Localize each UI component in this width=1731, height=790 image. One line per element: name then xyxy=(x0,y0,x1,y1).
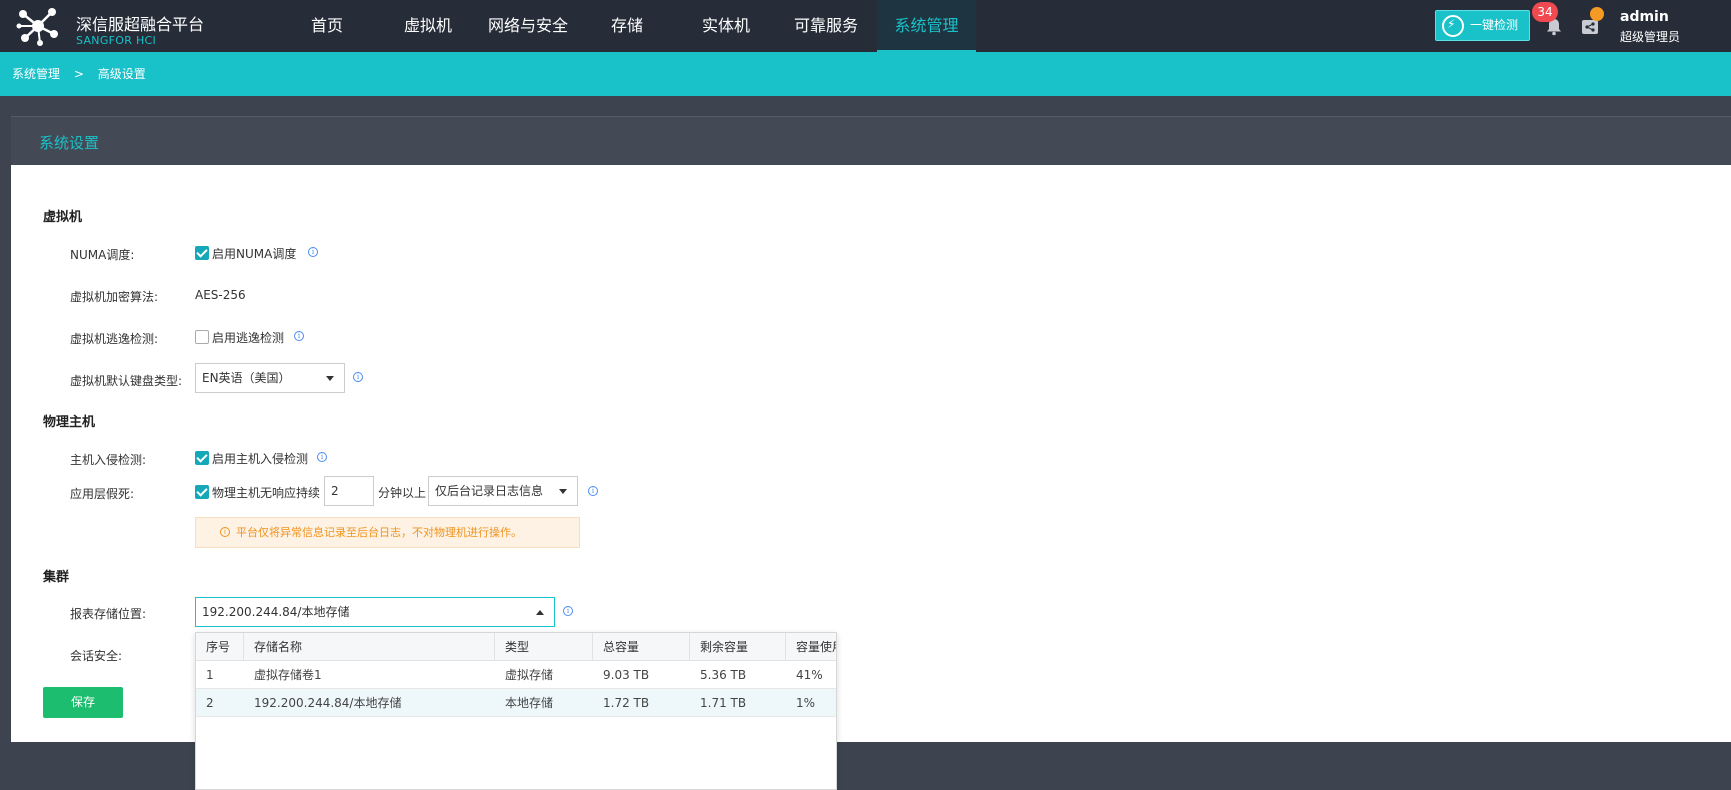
sangfor-logo-icon xyxy=(16,8,58,46)
table-cell: 9.03 TB xyxy=(603,668,650,682)
keyboard-info-icon[interactable]: i xyxy=(353,372,363,382)
table-cell: 192.200.244.84/本地存储 xyxy=(254,696,402,710)
hang-minutes-input[interactable]: 2 xyxy=(324,476,374,506)
table-cell: 1% xyxy=(796,696,816,710)
hang-action-value: 仅后台记录日志信息 xyxy=(435,484,544,498)
column-header: 容量使用率 xyxy=(796,640,836,654)
column-header: 剩余容量 xyxy=(690,633,786,661)
hang-label: 应用层假死: xyxy=(70,487,135,501)
top-nav-bar: 深信服超融合平台 SANGFOR HCI 首页 虚拟机 网络与安全 存储 实体机… xyxy=(0,0,1731,52)
column-header: 类型 xyxy=(495,633,593,661)
nav-physical-machine[interactable]: 实体机 xyxy=(690,0,762,52)
report-storage-label: 报表存储位置: xyxy=(70,607,147,621)
breadcrumb: 系统管理 > 高级设置 xyxy=(0,52,1731,96)
brand-name: 深信服超融合平台 xyxy=(76,15,205,34)
panel-header: 系统设置 xyxy=(11,116,1731,165)
lightning-icon xyxy=(1442,10,1464,39)
warning-alert: i 平台仅将异常信息记录至后台日志，不对物理机进行操作。 xyxy=(195,517,580,548)
nav-vm[interactable]: 虚拟机 xyxy=(392,0,464,52)
escape-label: 虚拟机逃逸检测: xyxy=(70,332,159,346)
hang-info-icon[interactable]: i xyxy=(588,486,598,496)
table-cell: 虚拟存储卷1 xyxy=(254,668,322,682)
intrusion-checkbox-label[interactable]: 启用主机入侵检测 xyxy=(212,450,308,467)
table-cell: 5.36 TB xyxy=(700,668,747,682)
numa-checkbox-label[interactable]: 启用NUMA调度 xyxy=(212,245,296,262)
hang-action-select[interactable]: 仅后台记录日志信息 xyxy=(428,476,578,506)
notification-count-badge: 34 xyxy=(1532,2,1558,22)
table-cell: 虚拟存储 xyxy=(505,668,554,682)
escape-checkbox-label[interactable]: 启用逃逸检测 xyxy=(212,329,284,346)
table-cell: 1.71 TB xyxy=(700,696,747,710)
intrusion-checkbox[interactable] xyxy=(195,451,209,465)
chevron-up-icon xyxy=(536,610,544,615)
hang-checkbox-label[interactable]: 物理主机无响应持续 xyxy=(212,484,320,501)
hang-checkbox[interactable] xyxy=(195,485,209,499)
one-click-check-label: 一键检测 xyxy=(1470,18,1519,32)
keyboard-select[interactable]: EN英语（美国） xyxy=(195,363,345,393)
escape-checkbox[interactable] xyxy=(195,330,209,344)
table-cell: 本地存储 xyxy=(505,696,554,710)
numa-checkbox[interactable] xyxy=(195,246,209,260)
numa-info-icon[interactable]: i xyxy=(308,247,318,257)
table-cell: 1 xyxy=(206,668,214,682)
save-button[interactable]: 保存 xyxy=(43,687,123,718)
intrusion-info-icon[interactable]: i xyxy=(317,452,327,462)
storage-dropdown-table: 序号 存储名称 类型 总容量 剩余容量 容量使用率 1 虚拟存储卷1 虚拟存储 … xyxy=(195,632,837,790)
brand-subtitle: SANGFOR HCI xyxy=(76,34,157,47)
nav-storage[interactable]: 存储 xyxy=(596,0,658,52)
column-header: 总容量 xyxy=(593,633,690,661)
breadcrumb-root[interactable]: 系统管理 xyxy=(12,67,60,81)
encrypt-value: AES-256 xyxy=(195,288,246,302)
user-name[interactable]: admin xyxy=(1620,9,1669,25)
numa-label: NUMA调度: xyxy=(70,248,135,262)
report-storage-value: 192.200.244.84/本地存储 xyxy=(202,605,350,619)
table-cell: 2 xyxy=(206,696,214,710)
nav-reliable-service[interactable]: 可靠服务 xyxy=(786,0,866,52)
panel-title: 系统设置 xyxy=(39,134,100,152)
hang-unit-label: 分钟以上 xyxy=(378,486,427,500)
table-row-selected[interactable]: 2 192.200.244.84/本地存储 本地存储 1.72 TB 1.71 … xyxy=(196,689,836,717)
table-row[interactable]: 1 虚拟存储卷1 虚拟存储 9.03 TB 5.36 TB 41% xyxy=(196,661,836,689)
chevron-down-icon xyxy=(326,376,334,381)
warning-icon: i xyxy=(220,527,230,537)
warning-text: 平台仅将异常信息记录至后台日志，不对物理机进行操作。 xyxy=(236,526,522,539)
section-vm-title: 虚拟机 xyxy=(43,210,83,225)
nav-system-management[interactable]: 系统管理 xyxy=(877,0,976,52)
encrypt-label: 虚拟机加密算法: xyxy=(70,290,159,304)
nav-network-security[interactable]: 网络与安全 xyxy=(480,0,576,52)
escape-info-icon[interactable]: i xyxy=(294,331,304,341)
intrusion-label: 主机入侵检测: xyxy=(70,453,147,467)
breadcrumb-current: 高级设置 xyxy=(97,67,146,81)
section-host-title: 物理主机 xyxy=(43,415,96,430)
table-header: 序号 存储名称 类型 总容量 剩余容量 容量使用率 xyxy=(196,633,836,661)
user-role: 超级管理员 xyxy=(1620,30,1681,44)
breadcrumb-separator: > xyxy=(73,67,84,81)
one-click-check-button[interactable]: 一键检测 xyxy=(1435,10,1530,41)
nav-home[interactable]: 首页 xyxy=(296,0,358,52)
session-security-label: 会话安全: xyxy=(70,649,123,663)
status-dot xyxy=(1590,7,1604,21)
column-header: 序号 xyxy=(196,633,244,661)
chevron-down-icon xyxy=(559,489,567,494)
column-header: 存储名称 xyxy=(244,633,495,661)
keyboard-label: 虚拟机默认键盘类型: xyxy=(70,374,183,388)
report-storage-info-icon[interactable]: i xyxy=(563,606,573,616)
table-cell: 41% xyxy=(796,668,823,682)
table-cell: 1.72 TB xyxy=(603,696,650,710)
keyboard-select-value: EN英语（美国） xyxy=(202,371,291,385)
section-cluster-title: 集群 xyxy=(43,570,70,585)
report-storage-select[interactable]: 192.200.244.84/本地存储 xyxy=(195,597,555,627)
